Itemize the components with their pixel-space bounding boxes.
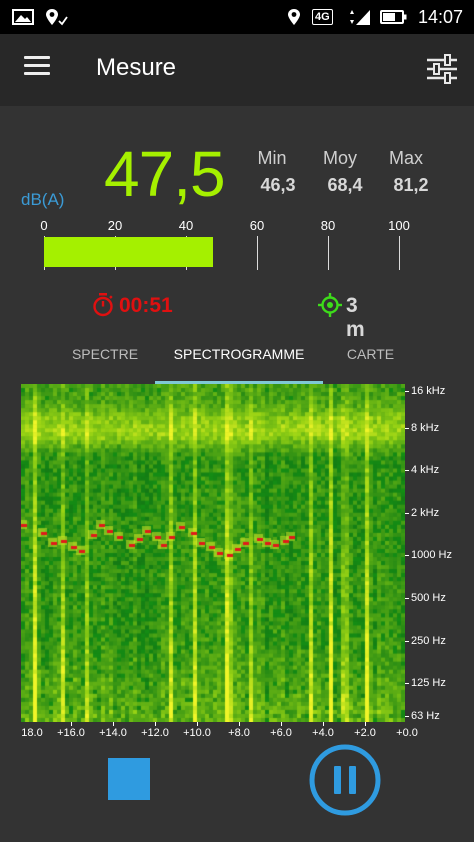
freq-label: 2 kHz (411, 507, 440, 519)
freq-label: 500 Hz (411, 592, 446, 604)
pause-icon[interactable] (309, 744, 381, 816)
status-bar: 4G 14:07 (0, 0, 474, 34)
time-label: 18.0 (21, 727, 43, 739)
freq-tick (405, 716, 409, 717)
stat-max-label: Max (388, 148, 423, 168)
clock: 14:07 (418, 7, 464, 27)
freq-tick (405, 555, 409, 556)
freq-tick (405, 513, 409, 514)
stat-avg-label: Moy (322, 148, 357, 168)
scale-label: 80 (320, 218, 336, 233)
scale-tick (328, 236, 329, 270)
hamburger-icon[interactable] (24, 56, 50, 76)
time-tick (155, 722, 156, 726)
time-tick (239, 722, 240, 726)
time-tick (281, 722, 282, 726)
unit-label: dB(A) (21, 190, 65, 209)
time-tick (71, 722, 72, 726)
level-meter-fill (44, 237, 214, 267)
freq-tick (405, 683, 409, 684)
freq-tick (405, 641, 409, 642)
time-label: +12.0 (141, 727, 169, 739)
time-label: +8.0 (228, 727, 250, 739)
current-level-value: 47,5 (104, 138, 226, 210)
tab-spectre[interactable]: SPECTRE (55, 338, 155, 384)
freq-label: 63 Hz (411, 710, 440, 722)
freq-label: 4 kHz (411, 464, 440, 476)
location-icon (288, 9, 300, 25)
time-tick (113, 722, 114, 726)
signal-icon (350, 10, 370, 25)
tab-bar: SPECTRE SPECTROGRAMME CARTE (0, 338, 474, 384)
page-title: Mesure (96, 54, 177, 81)
stat-avg-value: 68,4 (327, 175, 363, 195)
freq-label: 8 kHz (411, 422, 440, 434)
time-label: +10.0 (183, 727, 211, 739)
time-tick (323, 722, 324, 726)
time-tick (365, 722, 366, 726)
timer-value: 00:51 (119, 294, 173, 317)
stop-icon[interactable] (108, 758, 150, 800)
scale-tick (399, 236, 400, 270)
scale-label: 40 (178, 218, 194, 233)
image-icon (12, 9, 34, 25)
scale-label: 100 (388, 218, 410, 233)
time-label: +2.0 (354, 727, 376, 739)
app-bar: Mesure (0, 34, 474, 106)
scale-label: 0 (40, 218, 48, 233)
scale-label: 20 (107, 218, 123, 233)
time-label: +14.0 (99, 727, 127, 739)
tab-spectrogramme[interactable]: SPECTROGRAMME (155, 338, 323, 384)
scale-label: 60 (249, 218, 265, 233)
tab-carte[interactable]: CARTE (323, 338, 418, 384)
freq-label: 250 Hz (411, 635, 446, 647)
freq-tick (405, 391, 409, 392)
freq-tick (405, 598, 409, 599)
sliders-icon[interactable] (424, 52, 460, 86)
stat-min-value: 46,3 (260, 175, 296, 195)
network-4g-icon: 4G (312, 9, 333, 25)
time-label: +16.0 (57, 727, 85, 739)
freq-label: 125 Hz (411, 677, 446, 689)
freq-tick (405, 428, 409, 429)
time-label: +6.0 (270, 727, 292, 739)
location-pin-icon (46, 9, 68, 26)
scale-tick (257, 236, 258, 270)
spectrogram (21, 384, 405, 722)
stat-min-label: Min (257, 148, 287, 168)
battery-icon (380, 10, 407, 24)
time-label: +0.0 (396, 727, 418, 739)
stat-max-value: 81,2 (393, 175, 429, 195)
stopwatch-icon (93, 293, 113, 317)
time-label: +4.0 (312, 727, 334, 739)
gps-value: 3 m (346, 294, 365, 341)
freq-label: 1000 Hz (411, 549, 452, 561)
time-tick (197, 722, 198, 726)
freq-tick (405, 470, 409, 471)
freq-label: 16 kHz (411, 385, 446, 397)
gps-target-icon (318, 293, 342, 317)
